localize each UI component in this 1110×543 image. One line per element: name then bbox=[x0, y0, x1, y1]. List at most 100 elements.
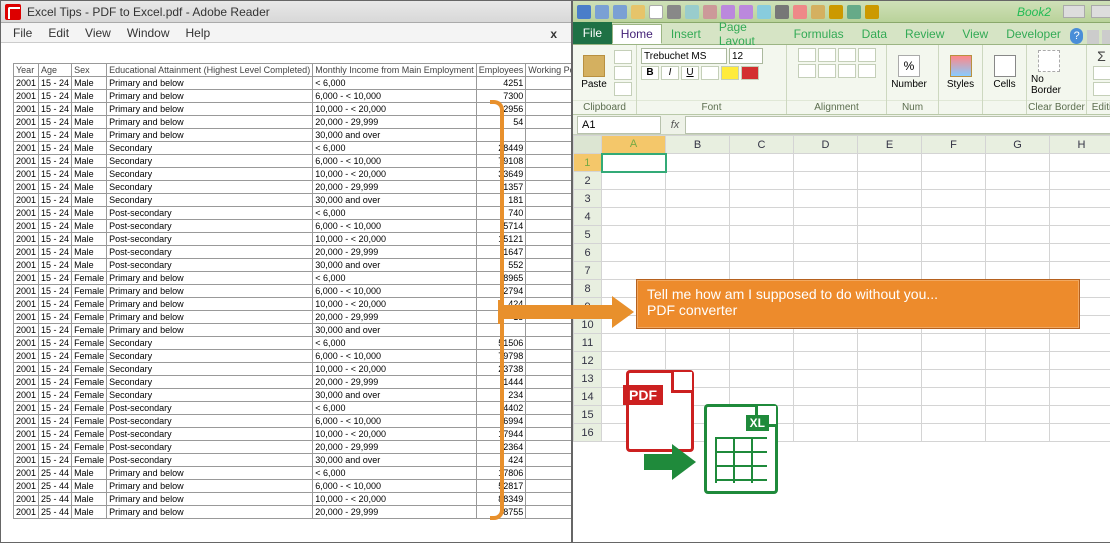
wrap-text-icon[interactable] bbox=[858, 48, 876, 62]
cell-B12[interactable] bbox=[666, 352, 730, 370]
qat-paste-icon[interactable] bbox=[811, 5, 825, 19]
row-header-4[interactable]: 4 bbox=[574, 208, 602, 226]
cell-C7[interactable] bbox=[730, 262, 794, 280]
cell-F15[interactable] bbox=[922, 406, 986, 424]
row-header-6[interactable]: 6 bbox=[574, 244, 602, 262]
cell-E5[interactable] bbox=[858, 226, 922, 244]
cell-G5[interactable] bbox=[986, 226, 1050, 244]
cell-H7[interactable] bbox=[1050, 262, 1110, 280]
cell-F14[interactable] bbox=[922, 388, 986, 406]
menu-window[interactable]: Window bbox=[119, 24, 178, 42]
cell-G16[interactable] bbox=[986, 424, 1050, 442]
tab-insert[interactable]: Insert bbox=[662, 24, 710, 44]
fill-icon[interactable] bbox=[1093, 66, 1110, 80]
excel-help-icon[interactable]: ? bbox=[1070, 28, 1084, 44]
menu-help[interactable]: Help bbox=[178, 24, 219, 42]
cell-D3[interactable] bbox=[794, 190, 858, 208]
select-all-corner[interactable] bbox=[574, 136, 602, 154]
cell-H16[interactable] bbox=[1050, 424, 1110, 442]
align-top-icon[interactable] bbox=[798, 48, 816, 62]
cell-E14[interactable] bbox=[858, 388, 922, 406]
cell-A6[interactable] bbox=[602, 244, 666, 262]
cell-F12[interactable] bbox=[922, 352, 986, 370]
cell-H2[interactable] bbox=[1050, 172, 1110, 190]
col-header-A[interactable]: A bbox=[602, 136, 666, 154]
cell-C3[interactable] bbox=[730, 190, 794, 208]
align-bottom-icon[interactable] bbox=[838, 48, 856, 62]
number-format-button[interactable]: % Number bbox=[891, 50, 927, 96]
cell-C12[interactable] bbox=[730, 352, 794, 370]
cell-A7[interactable] bbox=[602, 262, 666, 280]
cell-D2[interactable] bbox=[794, 172, 858, 190]
cell-C1[interactable] bbox=[730, 154, 794, 172]
cell-E7[interactable] bbox=[858, 262, 922, 280]
cell-A2[interactable] bbox=[602, 172, 666, 190]
cell-H15[interactable] bbox=[1050, 406, 1110, 424]
fill-color-button[interactable] bbox=[721, 66, 739, 80]
cell-A5[interactable] bbox=[602, 226, 666, 244]
cell-B2[interactable] bbox=[666, 172, 730, 190]
cell-F3[interactable] bbox=[922, 190, 986, 208]
cell-E6[interactable] bbox=[858, 244, 922, 262]
cell-C4[interactable] bbox=[730, 208, 794, 226]
cell-G13[interactable] bbox=[986, 370, 1050, 388]
cell-G15[interactable] bbox=[986, 406, 1050, 424]
no-border-button[interactable]: No Border bbox=[1031, 50, 1067, 96]
cell-D6[interactable] bbox=[794, 244, 858, 262]
cell-F5[interactable] bbox=[922, 226, 986, 244]
cell-A1[interactable] bbox=[602, 154, 666, 172]
cell-D11[interactable] bbox=[794, 334, 858, 352]
align-middle-icon[interactable] bbox=[818, 48, 836, 62]
fx-icon[interactable]: fx bbox=[665, 119, 685, 131]
row-header-14[interactable]: 14 bbox=[574, 388, 602, 406]
name-box[interactable]: A1 bbox=[577, 116, 661, 134]
col-header-F[interactable]: F bbox=[922, 136, 986, 154]
qat-brush-icon[interactable] bbox=[865, 5, 879, 19]
cell-F7[interactable] bbox=[922, 262, 986, 280]
qat-format-painter-icon[interactable] bbox=[829, 5, 843, 19]
border-button[interactable] bbox=[701, 66, 719, 80]
cell-E4[interactable] bbox=[858, 208, 922, 226]
cell-B3[interactable] bbox=[666, 190, 730, 208]
styles-button[interactable]: Styles bbox=[943, 50, 978, 96]
row-header-2[interactable]: 2 bbox=[574, 172, 602, 190]
qat-more-icon[interactable] bbox=[847, 5, 861, 19]
cell-H14[interactable] bbox=[1050, 388, 1110, 406]
adobe-close-doc-button[interactable]: x bbox=[542, 25, 565, 43]
cell-F13[interactable] bbox=[922, 370, 986, 388]
qat-chart-icon[interactable] bbox=[793, 5, 807, 19]
cell-H11[interactable] bbox=[1050, 334, 1110, 352]
cell-B5[interactable] bbox=[666, 226, 730, 244]
cell-H3[interactable] bbox=[1050, 190, 1110, 208]
cell-F11[interactable] bbox=[922, 334, 986, 352]
cell-H13[interactable] bbox=[1050, 370, 1110, 388]
qat-mail-icon[interactable] bbox=[703, 5, 717, 19]
qat-camera-icon[interactable] bbox=[775, 5, 789, 19]
cell-A4[interactable] bbox=[602, 208, 666, 226]
cell-C6[interactable] bbox=[730, 244, 794, 262]
align-center-icon[interactable] bbox=[818, 64, 836, 78]
cell-B1[interactable] bbox=[666, 154, 730, 172]
cell-D1[interactable] bbox=[794, 154, 858, 172]
cell-D7[interactable] bbox=[794, 262, 858, 280]
row-header-8[interactable]: 8 bbox=[574, 280, 602, 298]
qat-filter-icon[interactable] bbox=[757, 5, 771, 19]
col-header-H[interactable]: H bbox=[1050, 136, 1110, 154]
clear-icon[interactable] bbox=[1093, 82, 1110, 96]
cell-C2[interactable] bbox=[730, 172, 794, 190]
cell-H1[interactable] bbox=[1050, 154, 1110, 172]
merge-center-icon[interactable] bbox=[858, 64, 876, 78]
cell-G7[interactable] bbox=[986, 262, 1050, 280]
cell-F6[interactable] bbox=[922, 244, 986, 262]
cell-E1[interactable] bbox=[858, 154, 922, 172]
cell-F4[interactable] bbox=[922, 208, 986, 226]
excel-mdi-restore-icon[interactable] bbox=[1102, 30, 1110, 44]
cell-A11[interactable] bbox=[602, 334, 666, 352]
excel-minimize-button[interactable] bbox=[1063, 5, 1085, 18]
tab-file[interactable]: File bbox=[573, 22, 612, 44]
formula-bar[interactable] bbox=[685, 116, 1110, 134]
tab-data[interactable]: Data bbox=[853, 24, 896, 44]
cell-F2[interactable] bbox=[922, 172, 986, 190]
tab-review[interactable]: Review bbox=[896, 24, 953, 44]
cell-F1[interactable] bbox=[922, 154, 986, 172]
